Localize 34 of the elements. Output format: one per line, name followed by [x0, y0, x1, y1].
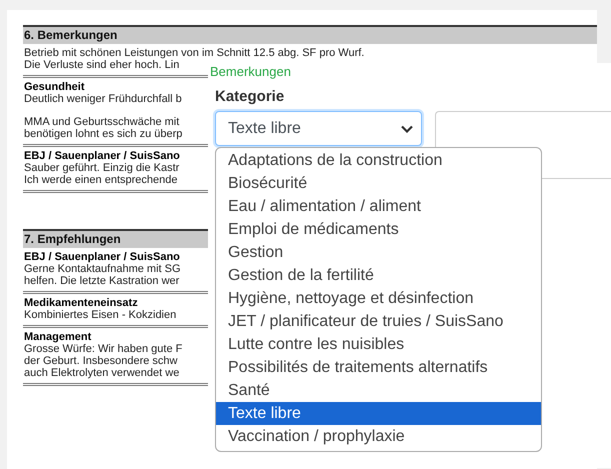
- dialog-title: Bemerkungen: [210, 65, 291, 79]
- dropdown-option[interactable]: Santé: [216, 379, 541, 402]
- remark-text: Grosse Würfe: Wir haben gute F: [24, 343, 182, 355]
- dropdown-option[interactable]: Lutte contre les nuisibles: [216, 333, 541, 356]
- dropdown-option[interactable]: Eau / alimentation / aliment: [216, 195, 541, 218]
- dropdown-option[interactable]: Possibilités de traitements alternatifs: [216, 356, 541, 379]
- remark-text: auch Elektrolyten verwendet we: [24, 367, 180, 379]
- remark-text: Kombiniertes Eisen - Kokzidien: [24, 309, 176, 321]
- remark-text: Deutlich weniger Frühdurchfall b: [24, 93, 182, 105]
- category-label: Kategorie: [215, 88, 284, 105]
- chevron-down-icon: [401, 124, 413, 132]
- remark-text: benötigen lohnt es sich zu überp: [24, 128, 182, 140]
- dropdown-option[interactable]: JET / planificateur de truies / SuisSano: [216, 310, 541, 333]
- section-heading: 6. Bemerkungen: [23, 25, 597, 44]
- remark-text: Gerne Kontaktaufnahme mit SG: [24, 263, 181, 275]
- dropdown-option[interactable]: Vaccination / prophylaxie: [216, 425, 541, 448]
- dropdown-option[interactable]: Texte libre: [216, 402, 541, 425]
- category-select[interactable]: Texte libre: [215, 111, 422, 146]
- remark-text: MMA und Geburtsschwäche mit: [24, 116, 180, 128]
- dropdown-option[interactable]: Hygiène, nettoyage et désinfection: [216, 287, 541, 310]
- block-title: Management: [24, 331, 92, 343]
- remark-text: Sauber geführt. Einzig die Kastr: [24, 162, 180, 174]
- block-title: EBJ / Sauenplaner / SuisSano: [24, 150, 180, 162]
- block-title: Gesundheit: [24, 81, 85, 93]
- dropdown-option[interactable]: Biosécurité: [216, 172, 541, 195]
- remark-text: helfen. Die letzte Kastration wer: [24, 275, 180, 287]
- remark-text: Betrieb mit schönen Leistungen von im Schnitt 12.5 abg. SF pro Wurf.: [24, 47, 364, 59]
- remark-text: der Geburt. Insbesondere schw: [24, 355, 178, 367]
- remark-text: Die Verluste sind eher hoch. Lin: [24, 59, 180, 71]
- block-title: Medikamenteneinsatz: [24, 297, 138, 309]
- remark-text: Ich werde einen entsprechende: [24, 174, 178, 186]
- block-title: EBJ / Sauenplaner / SuisSano: [24, 251, 180, 263]
- dropdown-option[interactable]: Adaptations de la construction: [216, 149, 541, 172]
- dropdown-option[interactable]: Gestion de la fertilité: [216, 264, 541, 287]
